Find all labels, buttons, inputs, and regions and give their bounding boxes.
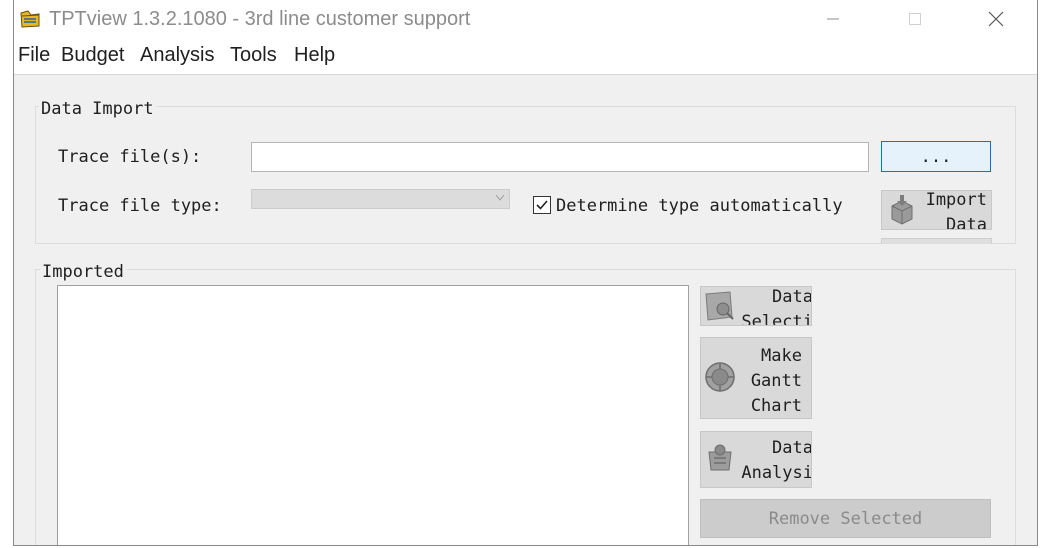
browse-button[interactable]: ... — [881, 141, 991, 172]
chevron-down-icon — [495, 194, 505, 201]
gantt-chart-icon — [705, 362, 735, 392]
minimize-button[interactable] — [810, 0, 856, 38]
maximize-button[interactable] — [892, 0, 938, 38]
data-selection-icon — [705, 291, 734, 321]
data-analysis-label: Data Analysi — [741, 438, 812, 483]
data-selection-button[interactable]: Data Selecti — [700, 286, 812, 326]
import-box-icon — [891, 195, 913, 225]
close-icon — [988, 11, 1004, 27]
hidden-button-edge — [881, 238, 992, 244]
app-icon — [20, 10, 40, 28]
imported-title: Imported — [40, 262, 126, 282]
auto-type-checkbox[interactable] — [533, 196, 551, 214]
imported-list[interactable] — [57, 285, 689, 545]
import-data-label: Import Data — [925, 190, 987, 230]
window-title: TPTview 1.3.2.1080 - 3rd line customer s… — [49, 8, 471, 30]
data-analysis-button[interactable]: Data Analysi — [700, 431, 812, 488]
close-button[interactable] — [973, 0, 1019, 38]
menu-file[interactable]: File — [18, 44, 50, 67]
trace-type-select[interactable] — [251, 189, 510, 209]
data-analysis-icon — [708, 444, 732, 471]
data-import-group — [35, 106, 1016, 244]
trace-files-label: Trace file(s): — [58, 147, 202, 167]
title-bar[interactable]: TPTview 1.3.2.1080 - 3rd line customer s… — [14, 0, 1037, 38]
data-selection-label: Data Selecti — [741, 287, 812, 326]
main-window: TPTview 1.3.2.1080 - 3rd line customer s… — [13, 0, 1038, 546]
menu-help[interactable]: Help — [294, 44, 335, 67]
auto-type-label[interactable]: Determine type automatically — [556, 196, 843, 216]
trace-type-label: Trace file type: — [58, 196, 222, 216]
data-import-title: Data Import — [39, 99, 156, 119]
minimize-icon — [827, 18, 839, 20]
remove-selected-button[interactable]: Remove Selected — [700, 499, 991, 538]
menu-budget[interactable]: Budget — [61, 44, 124, 67]
maximize-icon — [909, 13, 921, 25]
make-gantt-chart-label: Make Gantt Chart — [750, 346, 802, 416]
checkmark-icon — [536, 200, 548, 210]
menu-bar: File Budget Analysis Tools Help — [14, 38, 1037, 75]
trace-files-input[interactable] — [251, 142, 869, 172]
menu-tools[interactable]: Tools — [230, 44, 277, 67]
make-gantt-chart-button[interactable]: Make Gantt Chart — [700, 337, 812, 419]
import-data-button[interactable]: Import Data — [881, 190, 992, 230]
menu-analysis[interactable]: Analysis — [140, 44, 214, 67]
